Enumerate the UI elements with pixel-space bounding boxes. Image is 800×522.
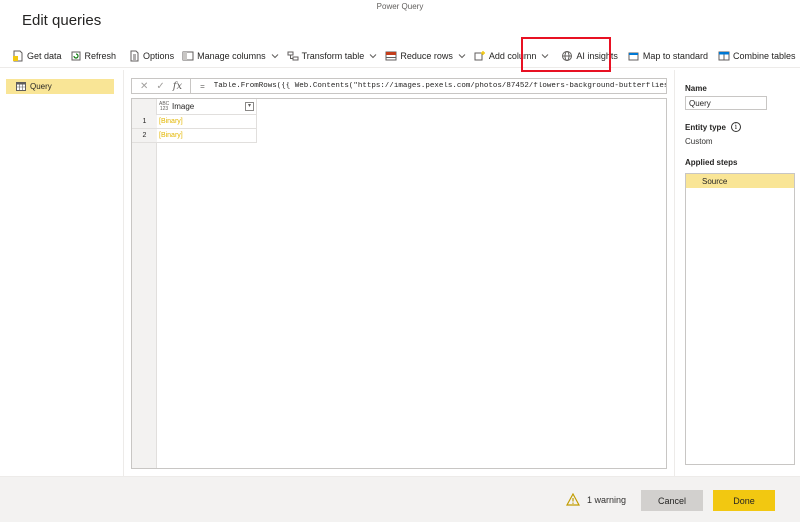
- binary-cell[interactable]: [Binary]: [157, 115, 257, 129]
- get-data-icon: [13, 50, 23, 61]
- table-icon: [16, 82, 26, 91]
- combine-tables-icon: [718, 51, 730, 60]
- warning-indicator[interactable]: 1 warning: [566, 493, 626, 506]
- entity-type-value: Custom: [685, 137, 713, 146]
- column-header-image[interactable]: ABC 123 Image ▾: [157, 99, 257, 115]
- binary-cell[interactable]: [Binary]: [157, 129, 257, 143]
- cancel-button[interactable]: Cancel: [641, 490, 703, 511]
- refresh-button[interactable]: Refresh: [66, 45, 121, 67]
- dialog-title: Edit queries: [22, 12, 102, 29]
- options-button[interactable]: Options: [124, 45, 178, 67]
- globe-icon: [562, 50, 573, 61]
- query-settings-pane: Name Query Entity type i Custom Applied …: [674, 70, 800, 476]
- entity-type-label: Entity type i: [685, 122, 741, 132]
- query-list-item[interactable]: Query: [6, 79, 114, 94]
- info-icon[interactable]: i: [730, 122, 741, 132]
- get-data-button[interactable]: Get data: [8, 45, 66, 67]
- queries-pane: Query: [0, 70, 124, 476]
- formula-bar: ✕ ✓ fx = Table.FromRows({{ Web.Contents(…: [131, 78, 667, 94]
- document-icon: [130, 50, 139, 61]
- app-title: Power Query: [376, 2, 424, 11]
- warning-icon: [566, 493, 580, 506]
- ribbon-toolbar: Get data Refresh Options Manage columns …: [0, 44, 800, 68]
- data-grid: ABC 123 Image ▾ 1 [Binary] 2 [Binary]: [131, 98, 667, 469]
- applied-steps-list: Source: [685, 173, 795, 465]
- confirm-formula-icon[interactable]: ✓: [156, 81, 164, 92]
- query-name-input[interactable]: Query: [685, 96, 767, 110]
- chevron-down-icon: [542, 53, 549, 58]
- formula-equals: =: [200, 81, 205, 91]
- manage-columns-icon: [182, 51, 194, 60]
- row-number: 2: [132, 129, 157, 143]
- cancel-formula-icon[interactable]: ✕: [140, 81, 148, 92]
- column-filter-dropdown-icon[interactable]: ▾: [245, 102, 254, 111]
- reduce-rows-icon: [385, 51, 397, 60]
- add-column-icon: [474, 50, 485, 60]
- reduce-rows-button[interactable]: Reduce rows: [381, 45, 470, 67]
- done-button[interactable]: Done: [713, 490, 775, 511]
- refresh-icon: [71, 51, 81, 60]
- name-label: Name: [685, 84, 707, 93]
- applied-step-source[interactable]: Source: [686, 174, 794, 188]
- applied-steps-label: Applied steps: [685, 158, 738, 167]
- combine-tables-button[interactable]: Combine tables: [714, 45, 800, 67]
- formula-bar-actions: ✕ ✓ fx: [132, 79, 192, 93]
- chevron-down-icon: [458, 53, 466, 58]
- row-number: 1: [132, 115, 157, 129]
- row-number-gutter: [132, 99, 157, 468]
- any-type-icon[interactable]: ABC 123: [159, 101, 169, 112]
- transform-table-icon: [287, 51, 299, 60]
- map-to-standard-button[interactable]: Map to standard: [624, 45, 712, 67]
- transform-table-button[interactable]: Transform table: [283, 45, 382, 67]
- manage-columns-button[interactable]: Manage columns: [178, 45, 283, 67]
- add-column-button[interactable]: Add column: [470, 45, 554, 67]
- fx-icon[interactable]: fx: [173, 81, 182, 92]
- map-to-standard-icon: [628, 52, 639, 60]
- chevron-down-icon: [271, 53, 278, 58]
- chevron-down-icon: [369, 53, 377, 58]
- formula-input[interactable]: Table.FromRows({{ Web.Contents("https://…: [214, 82, 666, 90]
- ai-insights-button[interactable]: AI insights: [557, 45, 622, 67]
- dialog-footer: 1 warning Cancel Done: [0, 476, 800, 522]
